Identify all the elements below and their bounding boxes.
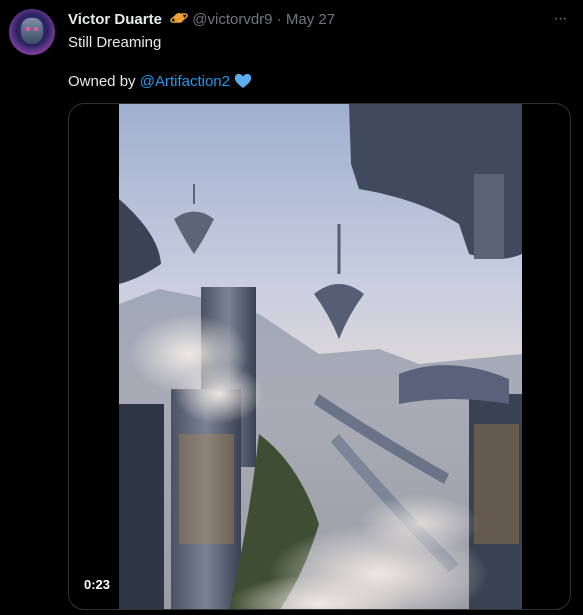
avatar-eye-right — [34, 27, 38, 31]
video-duration: 0:23 — [79, 575, 116, 595]
owned-prefix: Owned by — [68, 73, 140, 90]
video-player[interactable]: 0:23 — [68, 103, 571, 610]
planet-icon — [170, 10, 188, 31]
tweet-owned-line: Owned by @Artifaction2 — [68, 72, 252, 95]
avatar-face — [21, 18, 43, 44]
separator-dot: · — [276, 11, 282, 28]
tweet-text-line: Still Dreaming — [68, 34, 162, 51]
avatar-eye-left — [26, 27, 30, 31]
author-handle[interactable]: @victorvdr9 — [192, 11, 272, 28]
blue-heart-icon — [234, 73, 252, 95]
more-options-icon[interactable]: ··· — [550, 9, 570, 29]
tweet-date[interactable]: May 27 — [286, 11, 335, 28]
video-thumbnail[interactable] — [119, 104, 522, 610]
author-name[interactable]: Victor Duarte — [68, 11, 162, 28]
tweet-header: Victor Duarte @victorvdr9 · May 27 — [68, 10, 543, 31]
avatar[interactable] — [9, 9, 55, 55]
mention-link[interactable]: @Artifaction2 — [140, 73, 230, 90]
